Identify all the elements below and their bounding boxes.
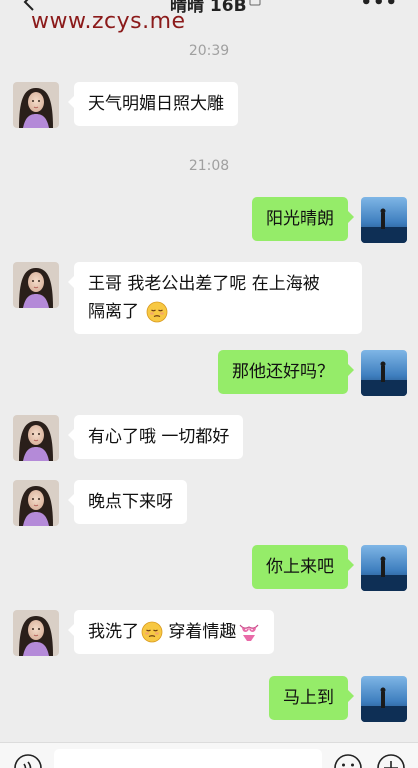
- message-text: 天气明媚日照大雕: [88, 94, 224, 114]
- device-icon: [249, 0, 261, 10]
- my-avatar[interactable]: [361, 545, 407, 591]
- more-icon[interactable]: •••: [360, 0, 398, 13]
- chat-title: 晴晴 16B: [170, 0, 247, 16]
- message-input[interactable]: [54, 749, 322, 768]
- bikini-emoji-icon: [238, 621, 260, 643]
- incoming-message[interactable]: 晚点下来呀: [68, 480, 187, 524]
- contact-avatar[interactable]: [13, 480, 59, 526]
- message-text-line: 隔离了: [88, 302, 139, 322]
- emoji-icon[interactable]: [333, 753, 363, 768]
- voice-icon[interactable]: [13, 753, 43, 768]
- message-text-line: 王哥 我老公出差了呢 在上海被: [88, 274, 320, 294]
- incoming-message[interactable]: 有心了哦 一切都好: [67, 415, 244, 459]
- contact-avatar[interactable]: [13, 610, 59, 656]
- incoming-message[interactable]: 天气明媚日照大雕: [68, 82, 238, 126]
- outgoing-message[interactable]: 那他还好吗？: [218, 350, 354, 394]
- message-text: 晚点下来呀: [88, 492, 173, 512]
- message-text: 你上来吧: [266, 557, 334, 577]
- message-text: 我洗了: [88, 622, 139, 642]
- chat-header: www.zcys.me 晴晴 16B •••: [0, 0, 418, 40]
- plus-icon[interactable]: [376, 753, 406, 768]
- outgoing-message[interactable]: 阳光晴朗: [252, 197, 354, 241]
- incoming-message[interactable]: 我洗了 穿着情趣: [67, 610, 275, 654]
- my-avatar[interactable]: [361, 350, 407, 396]
- input-bar: [0, 742, 418, 768]
- message-text: 马上到: [283, 688, 334, 708]
- message-text: 那他还好吗？: [232, 362, 334, 382]
- contact-avatar[interactable]: [13, 262, 59, 308]
- watermark-text: www.zcys.me: [31, 9, 186, 34]
- message-text: 阳光晴朗: [266, 209, 334, 229]
- contact-avatar[interactable]: [13, 415, 59, 461]
- incoming-message[interactable]: 王哥 我老公出差了呢 在上海被 隔离了: [68, 262, 362, 334]
- my-avatar[interactable]: [361, 197, 407, 243]
- message-text: 有心了哦 一切都好: [88, 427, 230, 447]
- pensive-emoji-icon: [141, 621, 163, 643]
- contact-avatar[interactable]: [13, 82, 59, 128]
- my-avatar[interactable]: [361, 676, 407, 722]
- timestamp: 21:08: [188, 158, 230, 174]
- timestamp: 20:39: [188, 43, 230, 59]
- outgoing-message[interactable]: 你上来吧: [252, 545, 354, 589]
- pensive-emoji-icon: [146, 301, 168, 323]
- message-text: 穿着情趣: [163, 622, 237, 642]
- outgoing-message[interactable]: 马上到: [269, 676, 354, 720]
